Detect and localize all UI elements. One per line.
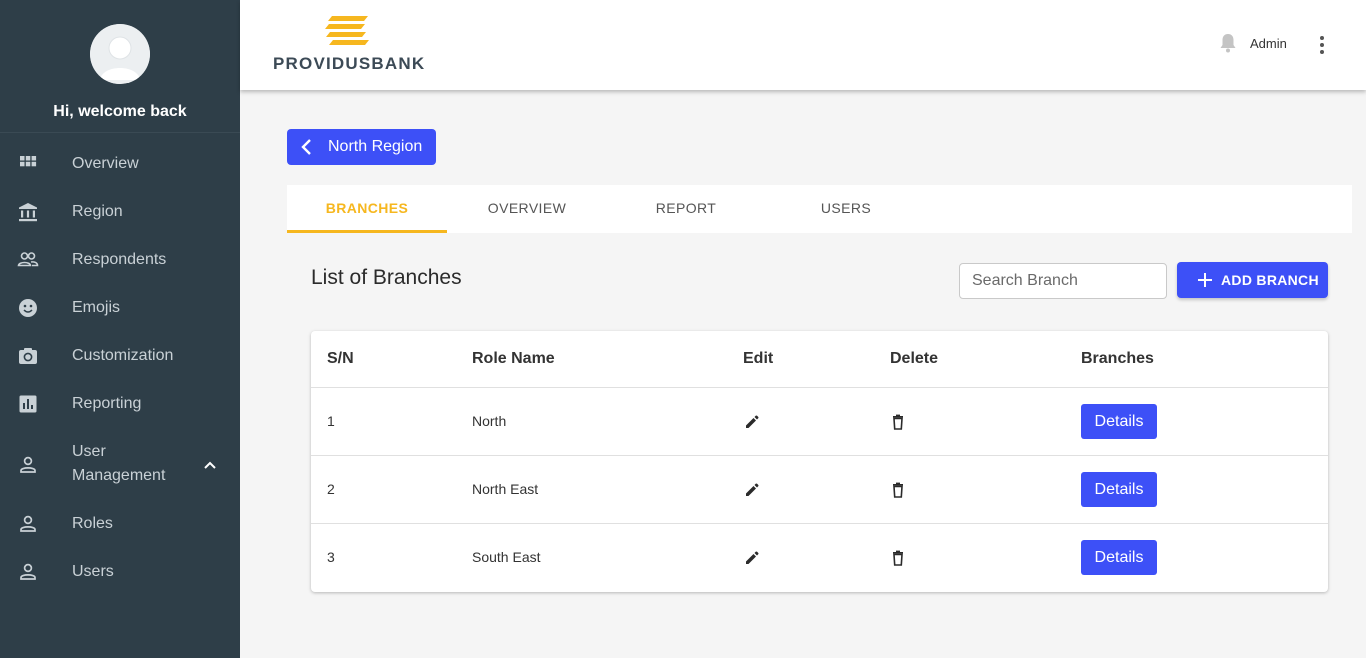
trash-icon[interactable] <box>889 549 907 567</box>
search-input[interactable] <box>959 263 1167 299</box>
sidebar-item-label-line1: User <box>72 443 106 460</box>
sidebar-item-label-line2: Management <box>72 467 166 484</box>
bar-chart-icon <box>19 395 37 413</box>
row-sn: 1 <box>327 413 335 429</box>
sidebar-item-label: User Management <box>72 440 165 488</box>
sidebar-item-label: Region <box>72 203 123 220</box>
row-name: South East <box>472 549 541 565</box>
edit-icon[interactable] <box>743 481 761 499</box>
sidebar-item-label: Users <box>72 563 114 580</box>
sidebar-item-respondents[interactable]: Respondents <box>0 236 240 284</box>
page-title: List of Branches <box>311 266 462 289</box>
table-row: 3 South East Details <box>311 524 1328 592</box>
table-row: 2 North East Details <box>311 456 1328 524</box>
details-button[interactable]: Details <box>1081 540 1157 575</box>
row-name: North East <box>472 481 539 497</box>
sidebar-item-label: Overview <box>72 155 139 172</box>
sidebar-item-label: Reporting <box>72 395 142 412</box>
bell-icon[interactable] <box>1218 32 1238 54</box>
tab-overview[interactable]: OVERVIEW <box>447 185 607 233</box>
avatar <box>90 24 150 84</box>
details-button[interactable]: Details <box>1081 404 1157 439</box>
row-sn: 3 <box>327 549 335 565</box>
logo-icon <box>325 16 369 45</box>
sidebar-item-reporting[interactable]: Reporting <box>0 380 240 428</box>
add-branch-button[interactable]: ADD BRANCH <box>1177 262 1328 298</box>
camera-icon <box>19 348 37 364</box>
trash-icon[interactable] <box>889 413 907 431</box>
details-button[interactable]: Details <box>1081 472 1157 507</box>
logo-text: PROVIDUSBANK <box>273 54 426 73</box>
people-icon <box>17 252 39 267</box>
column-header-sn: S/N <box>327 350 354 367</box>
sidebar-profile: Hi, welcome back <box>0 0 240 133</box>
more-vert-icon[interactable] <box>1312 34 1332 56</box>
plus-icon <box>1198 273 1212 287</box>
chevron-left-icon <box>301 139 311 155</box>
chevron-up-icon[interactable] <box>202 457 218 473</box>
row-name: North <box>472 413 507 429</box>
top-header: PROVIDUSBANK Admin <box>240 0 1366 90</box>
region-name: North Region <box>328 138 423 155</box>
sidebar-item-user-management[interactable]: User Management <box>0 440 240 490</box>
tab-bar: BRANCHES OVERVIEW REPORT USERS <box>287 185 1352 233</box>
sidebar-item-customization[interactable]: Customization <box>0 332 240 380</box>
back-to-region-button[interactable]: North Region <box>287 129 436 165</box>
table-header: S/N Role Name Edit Delete Branches <box>311 331 1328 388</box>
welcome-text: Hi, welcome back <box>53 103 187 120</box>
tab-report[interactable]: REPORT <box>606 185 766 233</box>
sidebar-item-label: Roles <box>72 515 113 532</box>
person-icon <box>20 563 36 580</box>
sidebar-item-label: Customization <box>72 347 174 364</box>
sidebar-item-label: Respondents <box>72 251 167 268</box>
sidebar-item-overview[interactable]: Overview <box>0 140 240 188</box>
table-row: 1 North Details <box>311 388 1328 456</box>
grid-icon <box>20 156 37 167</box>
tab-branches[interactable]: BRANCHES <box>287 185 447 233</box>
edit-icon[interactable] <box>743 549 761 567</box>
tab-users[interactable]: USERS <box>766 185 926 233</box>
column-header-delete: Delete <box>890 350 939 367</box>
branches-table: S/N Role Name Edit Delete Branches 1 Nor… <box>311 331 1328 592</box>
sidebar: Hi, welcome back Overview Region Respond… <box>0 0 240 658</box>
column-header-edit: Edit <box>743 350 774 367</box>
edit-icon[interactable] <box>743 413 761 431</box>
sidebar-item-users[interactable]: Users <box>0 548 240 596</box>
sidebar-item-region[interactable]: Region <box>0 188 240 236</box>
sidebar-item-roles[interactable]: Roles <box>0 500 240 548</box>
person-icon <box>20 456 36 473</box>
add-branch-label: ADD BRANCH <box>1221 272 1319 288</box>
row-sn: 2 <box>327 481 335 497</box>
sidebar-item-emojis[interactable]: Emojis <box>0 284 240 332</box>
column-header-role-name: Role Name <box>472 350 555 367</box>
sidebar-item-label: Emojis <box>72 299 121 316</box>
smiley-icon <box>19 299 37 317</box>
person-icon <box>20 515 36 532</box>
user-label[interactable]: Admin <box>1250 36 1287 51</box>
column-header-branches: Branches <box>1081 350 1154 367</box>
trash-icon[interactable] <box>889 481 907 499</box>
bank-icon <box>19 203 37 222</box>
